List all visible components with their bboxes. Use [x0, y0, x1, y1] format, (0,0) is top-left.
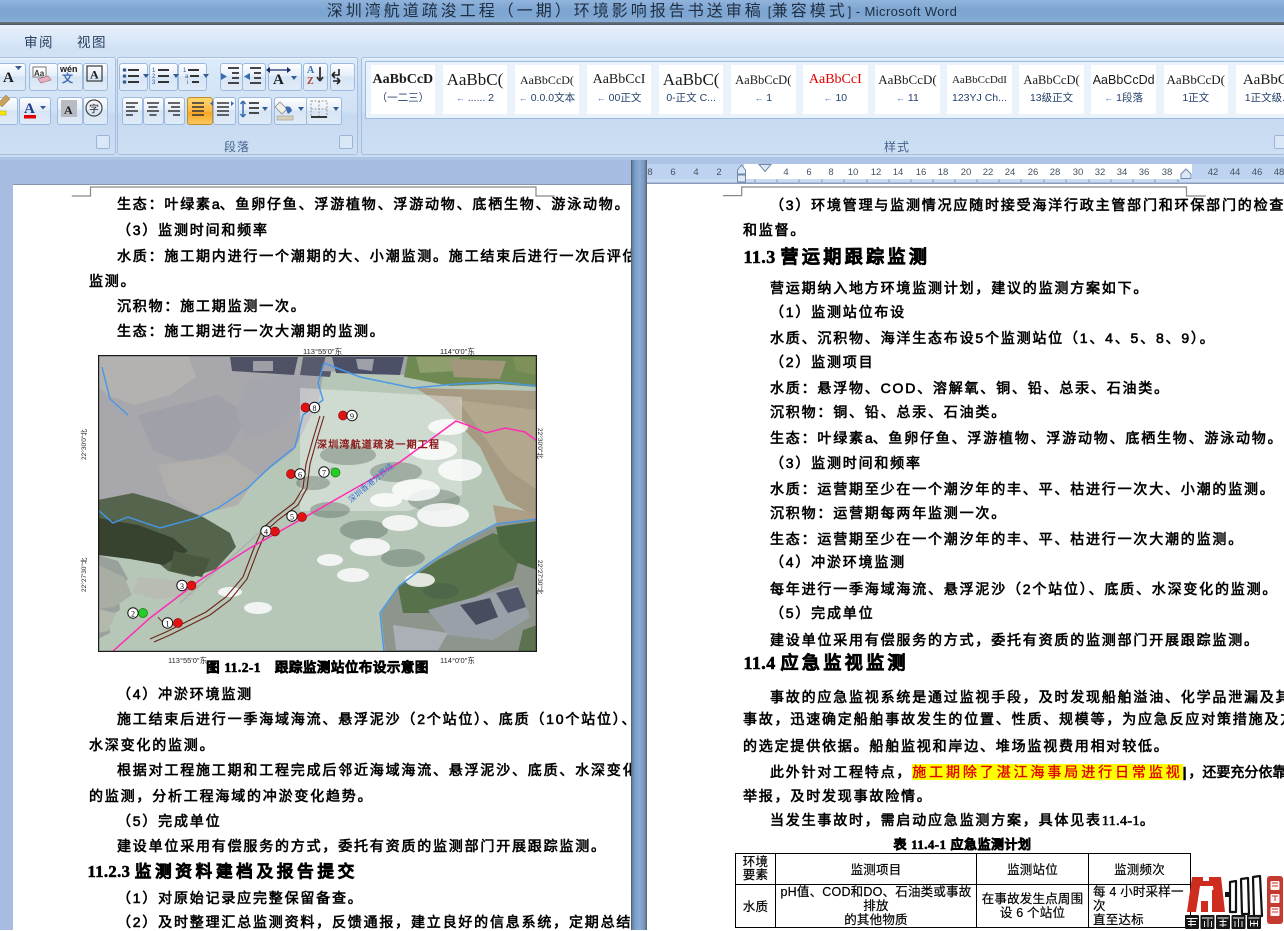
svg-text:A: A — [24, 101, 35, 117]
svg-text:A: A — [3, 70, 14, 86]
svg-text:3: 3 — [152, 80, 156, 86]
svg-text:6: 6 — [298, 471, 302, 480]
svg-text:3: 3 — [180, 582, 184, 591]
svg-text:A: A — [64, 103, 73, 117]
svg-text:7: 7 — [322, 469, 326, 478]
svg-text:A: A — [90, 68, 99, 82]
svg-text:A: A — [307, 65, 315, 76]
svg-text:4: 4 — [264, 528, 268, 537]
svg-text:2: 2 — [131, 610, 135, 619]
svg-text:9: 9 — [350, 412, 354, 421]
svg-text:1: 1 — [166, 620, 170, 629]
svg-text:文: 文 — [62, 71, 74, 85]
svg-text:Z: Z — [307, 76, 314, 87]
svg-text:5: 5 — [290, 513, 294, 522]
svg-text:8: 8 — [313, 404, 317, 413]
svg-text:i: i — [187, 80, 188, 86]
svg-text:A: A — [273, 72, 284, 88]
svg-text:Aa: Aa — [34, 69, 45, 78]
svg-text:字: 字 — [89, 103, 99, 116]
